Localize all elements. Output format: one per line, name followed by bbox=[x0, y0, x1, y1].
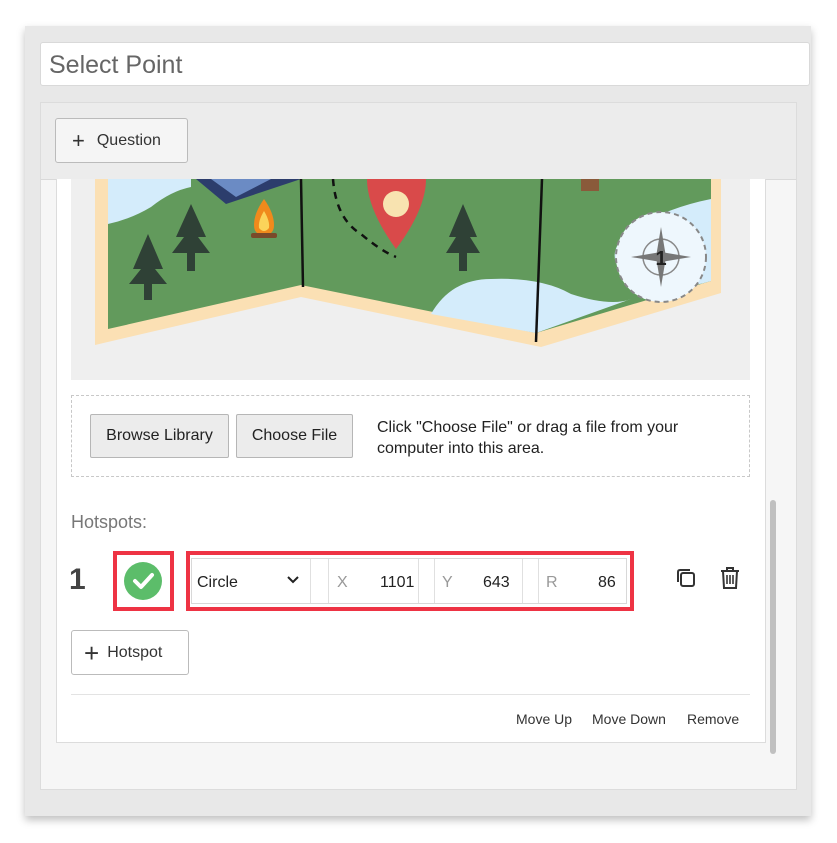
x-label: X bbox=[337, 574, 348, 591]
hotspot-number: 1 bbox=[69, 563, 86, 596]
x-input[interactable]: 1101 bbox=[380, 574, 414, 592]
copy-icon bbox=[677, 569, 695, 587]
upload-hint: Click "Choose File" or drag a file from … bbox=[377, 419, 679, 457]
duplicate-hotspot-button[interactable] bbox=[675, 567, 697, 594]
r-input[interactable]: 86 bbox=[598, 574, 616, 592]
footer-divider bbox=[71, 694, 750, 695]
r-label: R bbox=[546, 574, 558, 591]
compass-label: 1 bbox=[655, 248, 666, 270]
move-down-link[interactable]: Move Down bbox=[592, 711, 666, 727]
plus-icon: + bbox=[84, 637, 100, 668]
browse-library-button[interactable]: Browse Library bbox=[90, 414, 229, 458]
map-illustration: 1 bbox=[95, 179, 721, 347]
checkmark-icon bbox=[133, 573, 154, 589]
title-input[interactable]: Select Point bbox=[40, 42, 810, 86]
map-image[interactable]: 1 bbox=[71, 179, 750, 380]
hotspot-fields: Circle X 1101 Y 643 R 86 bbox=[191, 558, 627, 604]
trash-icon bbox=[721, 567, 739, 589]
move-up-link[interactable]: Move Up bbox=[516, 711, 572, 727]
add-hotspot-label: Hotspot bbox=[107, 643, 163, 661]
choose-file-button[interactable]: Choose File bbox=[236, 414, 353, 458]
remove-link[interactable]: Remove bbox=[687, 711, 739, 727]
scrollbar-thumb[interactable] bbox=[770, 500, 776, 754]
delete-hotspot-button[interactable] bbox=[719, 566, 741, 595]
hotspots-heading: Hotspots: bbox=[71, 512, 148, 532]
chevron-down-icon bbox=[287, 576, 299, 584]
shape-select[interactable]: Circle bbox=[192, 559, 310, 603]
hotspot-correct-toggle[interactable] bbox=[124, 562, 162, 600]
plus-icon: + bbox=[72, 127, 85, 153]
add-hotspot-button[interactable]: + Hotspot bbox=[71, 630, 189, 675]
shape-select-value: Circle bbox=[197, 574, 238, 591]
y-input[interactable]: 643 bbox=[483, 574, 510, 592]
add-question-label: Question bbox=[96, 131, 161, 149]
add-question-button[interactable]: + Question bbox=[55, 118, 188, 163]
y-label: Y bbox=[442, 574, 453, 591]
